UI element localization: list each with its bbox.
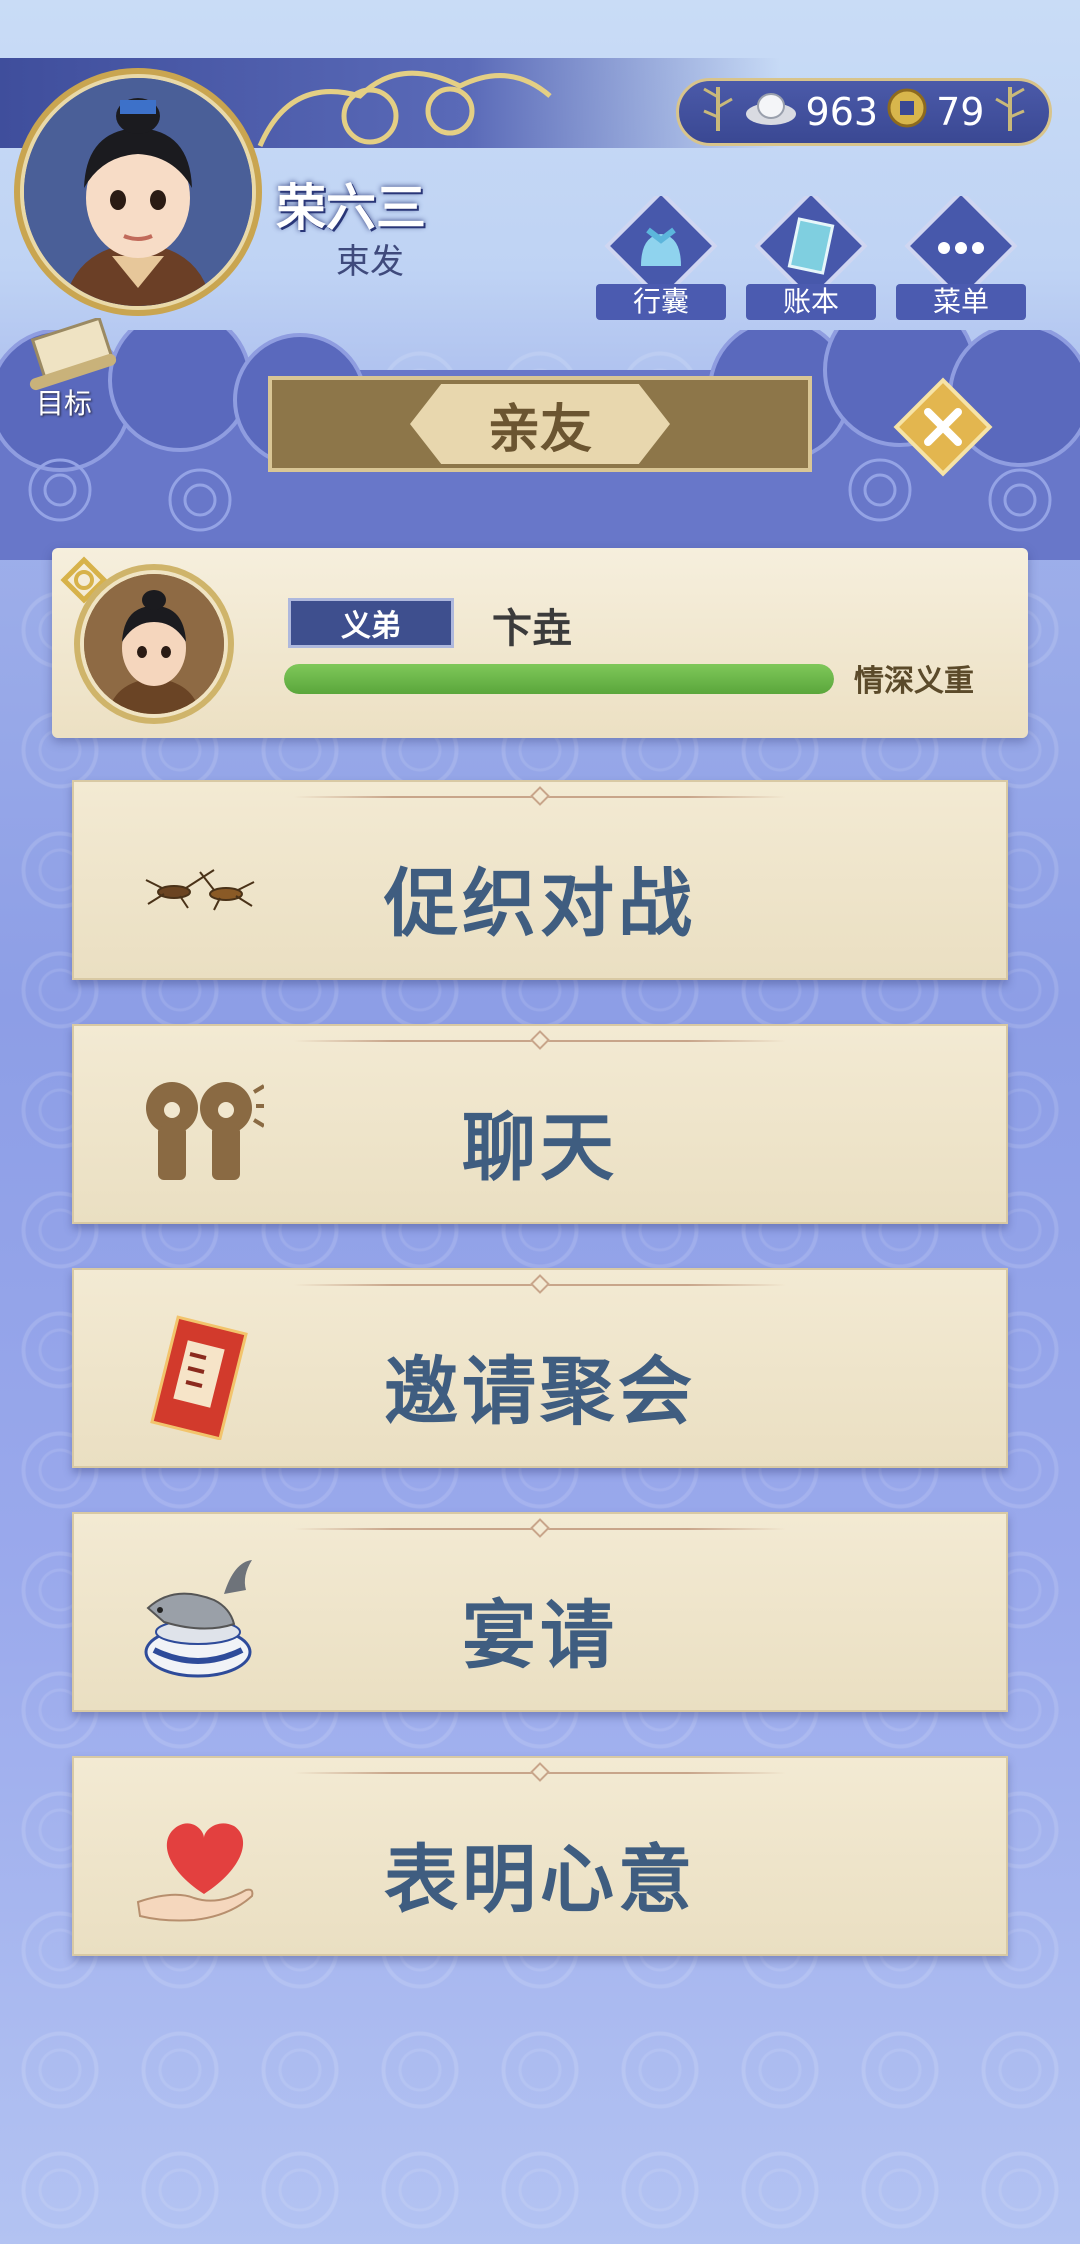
silver-amount: 963 [805, 90, 879, 134]
banquet-label: 宴请 [462, 1593, 618, 1679]
coin-amount: 79 [936, 90, 985, 134]
silver-ingot-icon [744, 88, 798, 137]
friend-avatar[interactable] [74, 564, 234, 724]
affection-fill [284, 664, 834, 694]
section-header: 亲友 [268, 376, 812, 472]
cricket-battle-button[interactable]: 促织对战 [72, 780, 1008, 980]
close-icon [893, 377, 993, 477]
player-name: 荣六三 [276, 179, 426, 237]
friend-name: 卞垚 [492, 606, 572, 652]
ledger-button[interactable]: 账本 [746, 189, 876, 326]
bag-button[interactable]: 行囊 [596, 189, 726, 326]
chat-label: 聊天 [462, 1105, 618, 1191]
currency-bar: 963 79 [676, 78, 1052, 146]
friend-portrait [84, 574, 224, 714]
banquet-button[interactable]: 宴请 [72, 1512, 1008, 1712]
copper-coin-icon [886, 87, 928, 138]
confess-feelings-button[interactable]: 表明心意 [72, 1756, 1008, 1956]
bamboo-icon [700, 83, 736, 142]
bamboo-icon [992, 83, 1028, 142]
affection-bar [284, 664, 834, 694]
confess-feelings-label: 表明心意 [384, 1837, 696, 1923]
player-avatar[interactable] [14, 68, 262, 316]
avatar-portrait [24, 78, 252, 306]
cricket-battle-label: 促织对战 [384, 861, 696, 947]
invite-gathering-label: 邀请聚会 [384, 1349, 696, 1435]
bag-label: 行囊 [596, 284, 726, 320]
menu-label: 菜单 [896, 284, 1026, 320]
section-title: 亲友 [487, 399, 592, 460]
menu-button[interactable]: 菜单 [896, 189, 1026, 326]
chat-button[interactable]: 聊天 [72, 1024, 1008, 1224]
affection-label: 情深义重 [854, 664, 974, 699]
close-button[interactable] [888, 372, 998, 482]
player-title: 束发 [336, 242, 404, 282]
goal-label: 目标 [36, 387, 93, 420]
relation-tag: 义弟 [288, 598, 454, 648]
friend-card: 义弟 卞垚 情深义重 [52, 548, 1028, 738]
ledger-label: 账本 [746, 284, 876, 320]
invite-gathering-button[interactable]: 邀请聚会 [72, 1268, 1008, 1468]
